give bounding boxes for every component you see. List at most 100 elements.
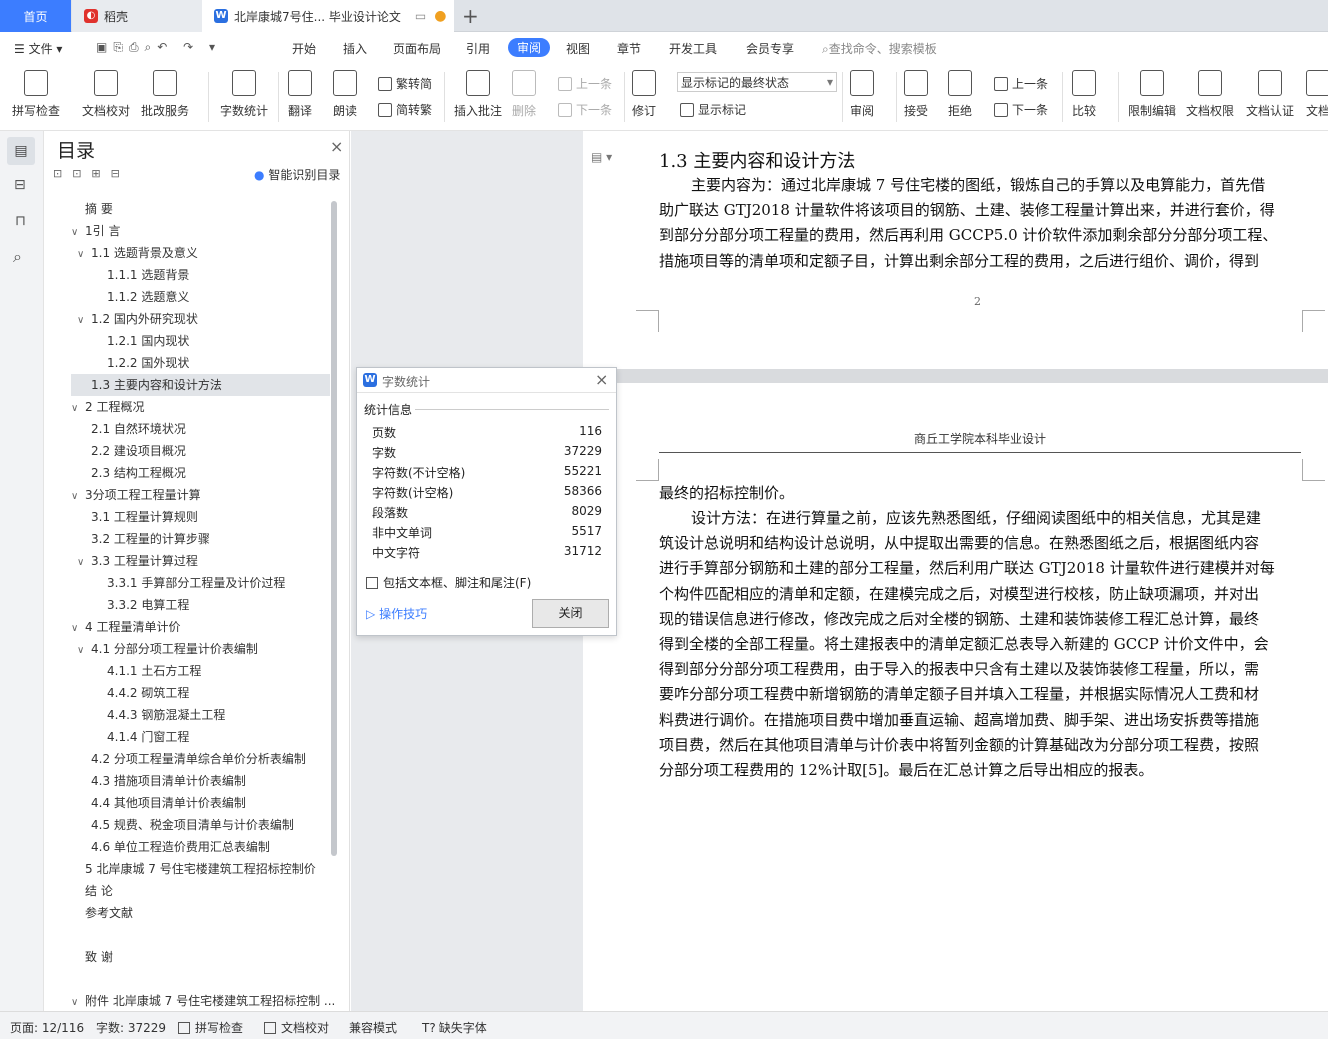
toc-item[interactable]: ∨ 1引 言 — [71, 220, 330, 242]
include-textbox-checkbox[interactable]: 包括文本框、脚注和尾注(F) — [366, 574, 531, 591]
chevron-down-icon[interactable]: ∨ — [71, 398, 83, 420]
menu-review[interactable]: 审阅 — [508, 38, 551, 57]
spellcheck-status[interactable]: 拼写检查 — [178, 1019, 243, 1036]
translate-button[interactable]: 翻译 — [288, 70, 312, 119]
chevron-down-icon[interactable]: ∨ — [71, 618, 83, 640]
toc-item[interactable]: 4.2 分项工程量清单综合单价分析表编制 — [71, 748, 330, 770]
doc-more-button[interactable]: 文档 — [1306, 70, 1328, 119]
accept-button[interactable]: 接受 — [904, 70, 928, 119]
toc-item[interactable]: 2.2 建设项目概况 — [71, 440, 330, 462]
reject-button[interactable]: 拒绝 — [948, 70, 972, 119]
menu-developer[interactable]: 开发工具 — [669, 40, 717, 57]
toc-item[interactable]: 5 北岸康城 7 号住宅楼建筑工程招标控制价 — [71, 858, 330, 880]
tips-link[interactable]: ▷ 操作技巧 — [366, 605, 427, 622]
next-comment-button[interactable]: 下一条 — [558, 101, 612, 118]
toc-item[interactable]: 1.1.1 选题背景 — [71, 264, 330, 286]
show-marks-button[interactable]: 显示标记 — [680, 101, 746, 118]
toc-item[interactable]: 1.2.1 国内现状 — [71, 330, 330, 352]
toc-item[interactable]: 3.2 工程量的计算步骤 — [71, 528, 330, 550]
chevron-down-icon[interactable]: ∨ — [77, 310, 89, 332]
page-thumbnail-icon[interactable]: ⊟ — [14, 177, 26, 193]
toc-item[interactable]: ∨ 4.1 分部分项工程量计价表编制 — [71, 638, 330, 660]
prev-change-button[interactable]: 上一条 — [994, 75, 1048, 92]
monitor-icon[interactable]: ▭ — [415, 9, 426, 23]
toc-item[interactable]: 结 论 — [71, 880, 330, 902]
toc-item[interactable]: 参考文献 — [71, 902, 330, 924]
page-indicator[interactable]: 页面: 12/116 — [10, 1019, 84, 1036]
search-command[interactable]: ⌕查找命令、搜索模板 — [822, 40, 937, 57]
close-icon[interactable]: × — [595, 370, 608, 389]
menu-insert[interactable]: 插入 — [343, 40, 367, 57]
toc-item[interactable]: 2.3 结构工程概况 — [71, 462, 330, 484]
find-icon[interactable]: ⌕ — [13, 247, 22, 267]
toc-item[interactable]: 3.1 工程量计算规则 — [71, 506, 330, 528]
display-mode-select[interactable]: 显示标记的最终状态 ▾ — [677, 72, 837, 92]
toc-item[interactable]: 4.4.2 砌筑工程 — [71, 682, 330, 704]
next-change-button[interactable]: 下一条 — [994, 101, 1048, 118]
menu-chapter[interactable]: 章节 — [617, 40, 641, 57]
toc-item[interactable]: 3.3.1 手算部分工程量及计价过程 — [71, 572, 330, 594]
toc-panel-icon[interactable]: ▤ — [7, 137, 35, 165]
toc-item[interactable]: ∨ 2 工程概况 — [71, 396, 330, 418]
new-tab-icon[interactable]: + — [462, 4, 479, 28]
simp-to-trad-button[interactable]: 简转繁 — [378, 101, 432, 118]
insert-comment-button[interactable]: 插入批注 — [454, 70, 502, 119]
toc-item[interactable]: 2.1 自然环境状况 — [71, 418, 330, 440]
review-button[interactable]: 审阅 — [850, 70, 874, 119]
doc-permission-button[interactable]: 文档权限 — [1186, 70, 1234, 119]
missing-font[interactable]: T? 缺失字体 — [422, 1019, 487, 1036]
toc-item[interactable]: ∨ 3分项工程工程量计算 — [71, 484, 330, 506]
toc-item[interactable]: ∨ 4 工程量清单计价 — [71, 616, 330, 638]
toc-item[interactable]: 摘 要 — [71, 198, 330, 220]
doc-cert-button[interactable]: 文档认证 — [1246, 70, 1294, 119]
toc-item[interactable]: 3.3.2 电算工程 — [71, 594, 330, 616]
chevron-down-icon[interactable]: ∨ — [77, 640, 89, 662]
toc-item[interactable]: 4.4.3 钢筋混凝土工程 — [71, 704, 330, 726]
toc-item[interactable]: 4.6 单位工程造价费用汇总表编制 — [71, 836, 330, 858]
toc-item[interactable]: ∨ 3.3 工程量计算过程 — [71, 550, 330, 572]
toc-item[interactable]: 4.1.1 土石方工程 — [71, 660, 330, 682]
toc-item[interactable]: ∨ 1.2 国内外研究现状 — [71, 308, 330, 330]
trad-to-simp-button[interactable]: 繁转简 — [378, 75, 432, 92]
toc-scrollbar[interactable] — [331, 201, 337, 856]
quick-access-icons[interactable]: ▣⎘⎙⌕↶ ↷ ▾ — [96, 40, 221, 55]
toc-item[interactable]: 4.5 规费、税金项目清单与计价表编制 — [71, 814, 330, 836]
proofread-status[interactable]: 文档校对 — [264, 1019, 329, 1036]
spellcheck-button[interactable]: 拼写检查 — [12, 70, 60, 119]
toc-item[interactable]: 4.3 措施项目清单计价表编制 — [71, 770, 330, 792]
menu-member[interactable]: 会员专享 — [746, 40, 794, 57]
menu-layout[interactable]: 页面布局 — [393, 40, 441, 57]
tab-document[interactable]: W 北岸康城7号住... 毕业设计论文 ▭ ● — [202, 0, 454, 32]
menu-view[interactable]: 视图 — [566, 40, 590, 57]
chevron-down-icon[interactable]: ∨ — [71, 222, 83, 244]
wordcount-button[interactable]: 字数统计 — [220, 70, 268, 119]
toc-controls[interactable]: ⊡⊡⊞⊟ — [53, 167, 130, 180]
toc-item[interactable]: 4.1.4 门窗工程 — [71, 726, 330, 748]
chevron-down-icon[interactable]: ∨ — [71, 486, 83, 508]
compare-button[interactable]: 比较 — [1072, 70, 1096, 119]
close-button[interactable]: 关闭 — [532, 599, 609, 628]
toc-item[interactable]: 1.1.2 选题意义 — [71, 286, 330, 308]
toc-item[interactable]: ∨ 1.1 选题背景及意义 — [71, 242, 330, 264]
menu-file[interactable]: ☰ 文件 ▾ — [14, 40, 62, 57]
restrict-edit-button[interactable]: 限制编辑 — [1128, 70, 1176, 119]
toc-item[interactable]: 1.2.2 国外现状 — [71, 352, 330, 374]
toc-item[interactable]: 致 谢 — [71, 946, 330, 968]
close-icon[interactable]: × — [330, 137, 343, 156]
revise-button[interactable]: 修订 — [632, 70, 656, 119]
toc-item[interactable]: ∨ 附件 北岸康城 7 号住宅楼建筑工程招标控制 ... — [71, 990, 335, 1012]
batch-button[interactable]: 批改服务 — [141, 70, 189, 119]
menu-start[interactable]: 开始 — [292, 40, 316, 57]
delete-comment-button[interactable]: 删除 — [512, 70, 536, 119]
doc-view-icon[interactable]: ▤ ▾ — [591, 150, 612, 164]
toc-item[interactable]: 4.4 其他项目清单计价表编制 — [71, 792, 330, 814]
read-button[interactable]: 朗读 — [333, 70, 357, 119]
doccheck-button[interactable]: 文档校对 — [82, 70, 130, 119]
smart-toc-button[interactable]: ● 智能识别目录 — [254, 166, 340, 183]
chevron-down-icon[interactable]: ∨ — [77, 244, 89, 266]
chevron-down-icon[interactable]: ∨ — [77, 552, 89, 574]
tab-daoke[interactable]: ◐ 稻壳 — [72, 0, 202, 32]
tab-home[interactable]: 首页 — [0, 0, 71, 32]
prev-comment-button[interactable]: 上一条 — [558, 75, 612, 92]
word-count-indicator[interactable]: 字数: 37229 — [96, 1019, 166, 1036]
